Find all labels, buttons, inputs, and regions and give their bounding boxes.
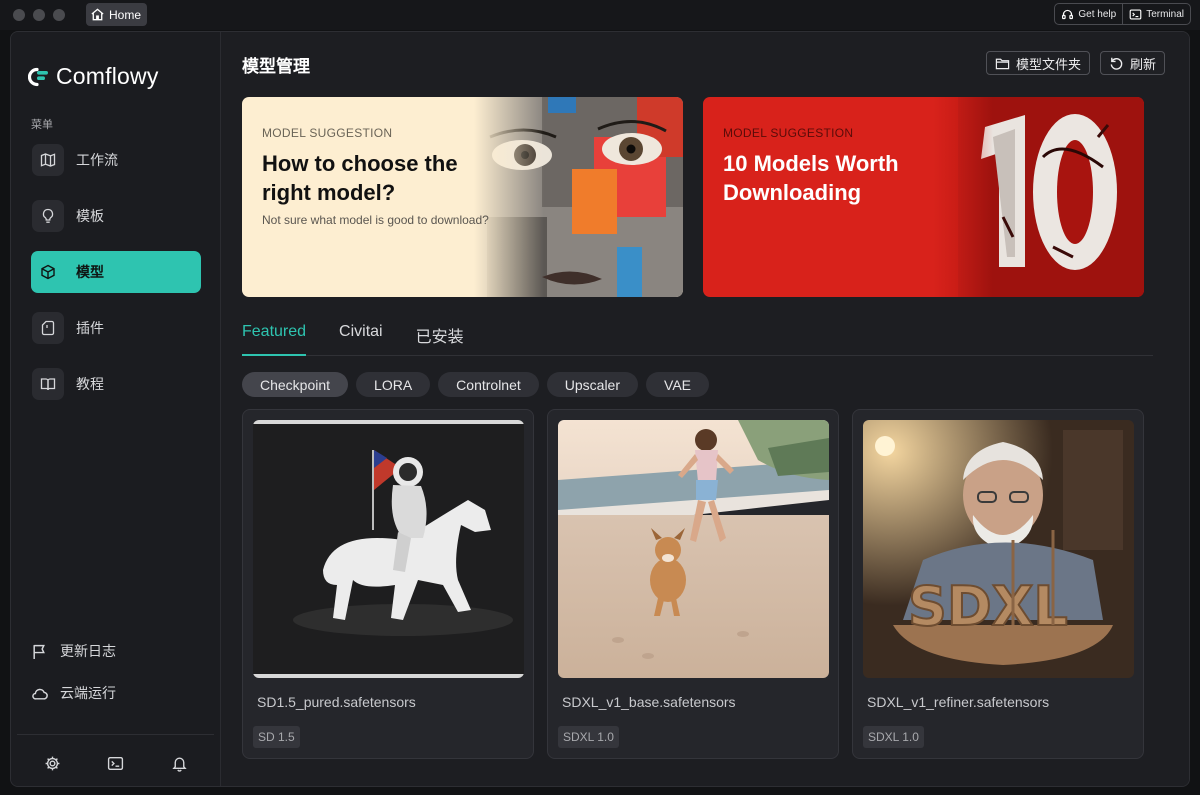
logo-text: Comflowy [56,63,159,89]
sidebar: Comflowy 菜单 工作流 模板 模型 插件 教程 更新日志 云端运行 [11,32,221,786]
cube-icon [32,256,64,288]
model-folder-label: 模型文件夹 [1015,56,1081,72]
sidebar-item-workflow[interactable]: 工作流 [31,139,201,181]
home-tab-label: Home [109,7,142,22]
banner-subtitle: Not sure what model is good to download? [262,213,489,227]
suggestion-banner-choose-model[interactable]: MODEL SUGGESTION How to choose the right… [242,97,683,297]
settings-icon [45,756,60,770]
home-tab[interactable]: Home [86,3,148,26]
bell-icon [172,757,187,772]
book-icon [32,368,64,400]
model-card[interactable]: SDXL SDXL_v1_refiner.safetensors SDXL 1.… [852,409,1144,759]
model-folder-button[interactable]: 模型文件夹 [985,51,1090,75]
refresh-icon [1110,57,1123,70]
filter-upscaler[interactable]: Upscaler [546,372,639,397]
refresh-label: 刷新 [1129,56,1156,72]
filter-controlnet[interactable]: Controlnet [438,372,539,397]
banner-eyebrow: MODEL SUGGESTION [723,126,854,140]
terminal-button[interactable]: Terminal [1122,4,1190,24]
close-window-button[interactable] [13,9,25,21]
model-name: SDXL_v1_refiner.safetensors [867,694,1050,710]
lightbulb-icon [32,200,64,232]
astronaut-horse-image [253,420,524,678]
notifications-button[interactable] [168,752,190,774]
sidebar-item-label: 模板 [76,208,104,224]
comflowy-logo-icon [28,67,48,86]
banner-title: 10 Models Worth Downloading [723,151,899,205]
model-card-grid: SD1.5_pured.safetensors SD 1.5 SDXL_v1_b… [242,409,1144,759]
filter-lora[interactable]: LORA [356,372,431,397]
model-thumbnail [558,420,829,678]
model-base-tag: SD 1.5 [253,726,300,748]
filter-vae[interactable]: VAE [646,372,709,397]
terminal-icon [1129,8,1142,20]
folder-icon [995,58,1010,69]
sidebar-item-templates[interactable]: 模板 [31,195,201,237]
sidebar-nav: 工作流 模板 模型 插件 教程 [31,139,201,419]
page-title: 模型管理 [242,57,310,76]
beach-dog-image [558,420,829,678]
settings-button[interactable] [42,752,64,774]
plugin-icon [32,312,64,344]
refresh-button[interactable]: 刷新 [1099,51,1165,75]
sidebar-item-changelog[interactable]: 更新日志 [31,638,116,664]
model-base-tag: SDXL 1.0 [558,726,619,748]
tab-featured[interactable]: Featured [242,322,307,356]
get-help-label: Get help [1078,8,1117,20]
model-card[interactable]: SDXL_v1_base.safetensors SDXL 1.0 [547,409,839,759]
sidebar-item-label: 教程 [76,376,104,392]
sidebar-item-models[interactable]: 模型 [31,251,201,293]
model-thumbnail [253,420,524,678]
banner-title: How to choose the right model? [262,151,458,205]
terminal-panel-button[interactable] [105,752,127,774]
home-icon [91,8,104,21]
terminal-label: Terminal [1146,8,1184,20]
model-thumbnail: SDXL [863,420,1134,678]
model-base-tag: SDXL 1.0 [863,726,924,748]
model-name: SD1.5_pured.safetensors [257,694,416,710]
top-actions: Get help Terminal [1054,3,1191,25]
menu-caption: 菜单 [31,119,53,131]
model-card[interactable]: SD1.5_pured.safetensors SD 1.5 [242,409,534,759]
headset-icon [1062,9,1074,19]
filter-checkpoint[interactable]: Checkpoint [242,372,349,397]
sidebar-item-label: 更新日志 [60,643,116,659]
sidebar-item-label: 插件 [76,320,104,336]
sidebar-item-cloud-run[interactable]: 云端运行 [31,680,116,706]
banner-eyebrow: MODEL SUGGESTION [262,126,393,140]
model-name: SDXL_v1_base.safetensors [562,694,736,710]
sidebar-item-label: 工作流 [76,152,118,168]
title-bar: Home Get help Terminal [0,0,1200,30]
sidebar-tools [11,752,221,774]
cloud-icon [32,688,48,700]
terminal-icon [108,756,124,770]
minimize-window-button[interactable] [33,9,45,21]
tab-installed[interactable]: 已安装 [416,322,464,356]
sidebar-item-plugins[interactable]: 插件 [31,307,201,349]
map-icon [32,144,64,176]
model-source-tabs: Featured Civitai 已安装 [242,322,1153,356]
tab-civitai[interactable]: Civitai [339,322,383,356]
logo[interactable]: Comflowy [28,63,159,90]
model-type-filters: Checkpoint LORA Controlnet Upscaler VAE [242,372,709,397]
app-window: Comflowy 菜单 工作流 模板 模型 插件 教程 更新日志 云端运行 模型… [10,31,1190,787]
woodcarver-sdxl-image: SDXL [863,420,1134,678]
sidebar-item-label: 云端运行 [60,685,116,701]
sidebar-bottom-links: 更新日志 云端运行 [31,638,116,722]
get-help-button[interactable]: Get help [1055,4,1122,24]
sidebar-divider [17,734,214,735]
sidebar-item-tutorials[interactable]: 教程 [31,363,201,405]
main-content: 模型管理 模型文件夹 刷新 MODEL SUGGESTION How to ch… [222,32,1189,786]
suggestion-banner-10-models[interactable]: MODEL SUGGESTION 10 Models Worth Downloa… [703,97,1144,297]
header-actions: 模型文件夹 刷新 [985,51,1165,75]
zoom-window-button[interactable] [53,9,65,21]
flag-icon [33,644,45,659]
sidebar-item-label: 模型 [76,264,104,280]
svg-text:SDXL: SDXL [908,575,1068,638]
